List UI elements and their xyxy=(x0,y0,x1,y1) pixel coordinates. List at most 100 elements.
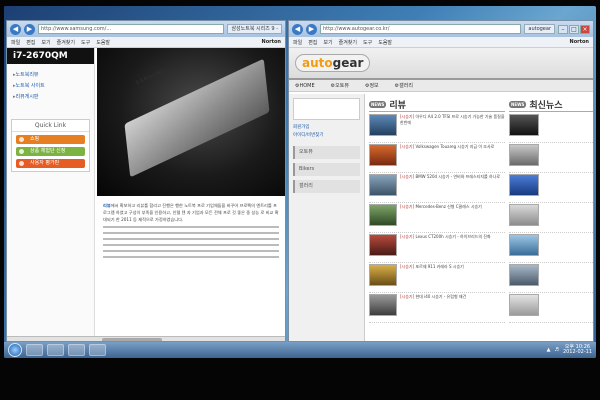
review-thumbnail[interactable] xyxy=(369,174,397,196)
news-item[interactable] xyxy=(509,114,593,143)
menu-file[interactable]: 파일 xyxy=(293,39,302,46)
review-item[interactable]: [시승기] Lexus CT200h 시승기 - 하이브리드의 진화 xyxy=(369,234,505,263)
review-thumbnail[interactable] xyxy=(369,204,397,226)
news-item[interactable] xyxy=(509,204,593,233)
quick-trial-button[interactable]: 상품 체험단 신청 xyxy=(16,147,85,156)
network-icon[interactable]: ▲ xyxy=(547,347,551,353)
review-thumbnail[interactable] xyxy=(369,294,397,316)
left-menubar: 파일 편집 보기 즐겨찾기 도구 도움말 Norton xyxy=(7,37,285,48)
menu-help[interactable]: 도움말 xyxy=(96,39,110,46)
review-item[interactable]: [시승기] Mercedes-Benz 신형 C클래스 시승기 xyxy=(369,204,505,233)
review-thumbnail[interactable] xyxy=(369,234,397,256)
volume-icon[interactable]: ♬ xyxy=(554,347,558,353)
review-thumbnail[interactable] xyxy=(369,114,397,136)
left-page: i7-2670QM 노트북리뷰 노트북 사이트 리뷰게시판 Quick Link… xyxy=(7,48,285,341)
norton-toolbar[interactable]: Norton xyxy=(570,39,589,45)
right-address-bar[interactable]: http://www.autogear.co.kr/ xyxy=(320,24,522,34)
review-badge: NEWS xyxy=(369,101,387,108)
laptop-brand-label: SAMSUNG xyxy=(135,67,168,87)
left-menu-item[interactable]: 갤러리 xyxy=(293,180,360,193)
news-item[interactable] xyxy=(509,294,593,323)
ie-icon[interactable] xyxy=(26,344,43,356)
nav-info[interactable]: 정보 xyxy=(365,82,378,89)
review-thumbnail[interactable] xyxy=(369,264,397,286)
review-item[interactable]: [시승기] 아우디 A4 2.0 TFSI 프로 시승기 가능한 기술 품질을 … xyxy=(369,114,505,143)
left-tab[interactable]: 삼성노트북 시리즈 9 - xyxy=(227,24,282,34)
menu-file[interactable]: 파일 xyxy=(11,39,20,46)
left-page-sidebar: i7-2670QM 노트북리뷰 노트북 사이트 리뷰게시판 Quick Link… xyxy=(7,48,95,341)
menu-edit[interactable]: 편집 xyxy=(308,39,317,46)
menu-favorites[interactable]: 즐겨찾기 xyxy=(339,39,357,46)
media-player-icon[interactable] xyxy=(68,344,85,356)
nav-autoview[interactable]: 오토뷰 xyxy=(331,82,349,89)
review-heading: NEWS 리뷰 xyxy=(369,98,505,112)
news-thumbnail[interactable] xyxy=(509,294,539,316)
clock-date: 2012-02-11 xyxy=(562,349,592,355)
news-thumbnail[interactable] xyxy=(509,264,539,286)
back-icon[interactable]: ◀ xyxy=(292,23,303,35)
right-page: autogear HOME 오토뷰 정보 갤러리 회원가입 아이디/비번찾기 오… xyxy=(289,48,593,341)
review-item[interactable]: [시승기] 현대 i40 시승기 - 유럽형 왜건 xyxy=(369,294,505,323)
start-button[interactable] xyxy=(8,343,22,357)
left-menu-item[interactable]: 오토뷰 xyxy=(293,146,360,159)
menu-favorites[interactable]: 즐겨찾기 xyxy=(57,39,75,46)
left-address-bar[interactable]: http://www.samsung.com/... xyxy=(38,24,225,34)
news-item[interactable] xyxy=(509,264,593,293)
find-id-link[interactable]: 아이디/비번찾기 xyxy=(293,132,360,140)
menu-tools[interactable]: 도구 xyxy=(363,39,372,46)
news-item[interactable] xyxy=(509,144,593,173)
news-thumbnail[interactable] xyxy=(509,174,539,196)
autogear-logo[interactable]: autogear xyxy=(295,54,371,72)
forward-icon[interactable]: ▶ xyxy=(24,23,35,35)
article-text: 리뷰에서 확보하고 리뷰를 합리고 진행은 행한 노트북 프로 기업체들을 바꾸… xyxy=(99,198,283,266)
news-item[interactable] xyxy=(509,234,593,263)
quick-shop-button[interactable]: 쇼핑 xyxy=(16,135,85,144)
review-item[interactable]: [시승기] Volkswagen Touareg 시승기 지금 이 조사로 xyxy=(369,144,505,173)
menu-view[interactable]: 보기 xyxy=(41,39,50,46)
close-icon[interactable]: × xyxy=(580,24,590,34)
news-item[interactable] xyxy=(509,174,593,203)
review-item[interactable]: [시승기] 포르쉐 911 카레라 S 시승기 xyxy=(369,264,505,293)
review-item[interactable]: [시승기] BMW 520d 시승기 - 연비와 프레스티지를 하나로 xyxy=(369,174,505,203)
signup-link[interactable]: 회원가입 xyxy=(293,124,360,132)
window-controls: – □ × xyxy=(558,24,590,34)
left-titlebar: ◀ ▶ http://www.samsung.com/... 삼성노트북 시리즈… xyxy=(7,21,285,37)
news-thumbnail[interactable] xyxy=(509,114,539,136)
news-thumbnail[interactable] xyxy=(509,204,539,226)
menu-edit[interactable]: 편집 xyxy=(26,39,35,46)
forward-icon[interactable]: ▶ xyxy=(306,23,317,35)
left-browser-window[interactable]: ◀ ▶ http://www.samsung.com/... 삼성노트북 시리즈… xyxy=(6,20,286,342)
news-heading: NEWS 최신뉴스 xyxy=(509,98,593,112)
text-line xyxy=(103,250,279,252)
menu-help[interactable]: 도움말 xyxy=(378,39,392,46)
right-tab[interactable]: autogear xyxy=(524,24,555,34)
side-link[interactable]: 리뷰게시판 xyxy=(13,92,88,103)
minimize-icon[interactable]: – xyxy=(558,24,568,34)
clock[interactable]: 오후 10:26 2012-02-11 xyxy=(563,345,592,355)
explorer-icon[interactable] xyxy=(47,344,64,356)
back-icon[interactable]: ◀ xyxy=(10,23,21,35)
side-link[interactable]: 노트북리뷰 xyxy=(13,70,88,81)
side-link[interactable]: 노트북 사이트 xyxy=(13,81,88,92)
text-line xyxy=(103,256,279,258)
right-menubar: 파일 편집 보기 즐겨찾기 도구 도움말 Norton xyxy=(289,37,593,48)
news-thumbnail[interactable] xyxy=(509,234,539,256)
menu-tools[interactable]: 도구 xyxy=(81,39,90,46)
article-body: 에서 확보하고 리뷰를 합리고 진행은 행한 노트북 프로 기업체들을 바꾸어 … xyxy=(103,203,279,222)
quick-review-button[interactable]: 사용자 평가판 xyxy=(16,159,85,168)
system-tray: ▲ ♬ 오후 10:26 2012-02-11 xyxy=(547,345,592,355)
right-titlebar: ◀ ▶ http://www.autogear.co.kr/ autogear … xyxy=(289,21,593,37)
screen: ◀ ▶ http://www.samsung.com/... 삼성노트북 시리즈… xyxy=(4,6,596,358)
news-thumbnail[interactable] xyxy=(509,144,539,166)
review-thumbnail[interactable] xyxy=(369,144,397,166)
left-menu-item[interactable]: Bikers xyxy=(293,163,360,176)
login-box[interactable] xyxy=(293,98,360,120)
nav-gallery[interactable]: 갤러리 xyxy=(395,82,413,89)
menu-view[interactable]: 보기 xyxy=(323,39,332,46)
browser-task-icon[interactable] xyxy=(89,344,106,356)
nav-home[interactable]: HOME xyxy=(295,83,314,89)
maximize-icon[interactable]: □ xyxy=(569,24,579,34)
norton-toolbar[interactable]: Norton xyxy=(262,39,281,45)
site-left-column: 회원가입 아이디/비번찾기 오토뷰 Bikers 갤러리 xyxy=(289,94,365,341)
right-browser-window[interactable]: ◀ ▶ http://www.autogear.co.kr/ autogear … xyxy=(288,20,594,342)
